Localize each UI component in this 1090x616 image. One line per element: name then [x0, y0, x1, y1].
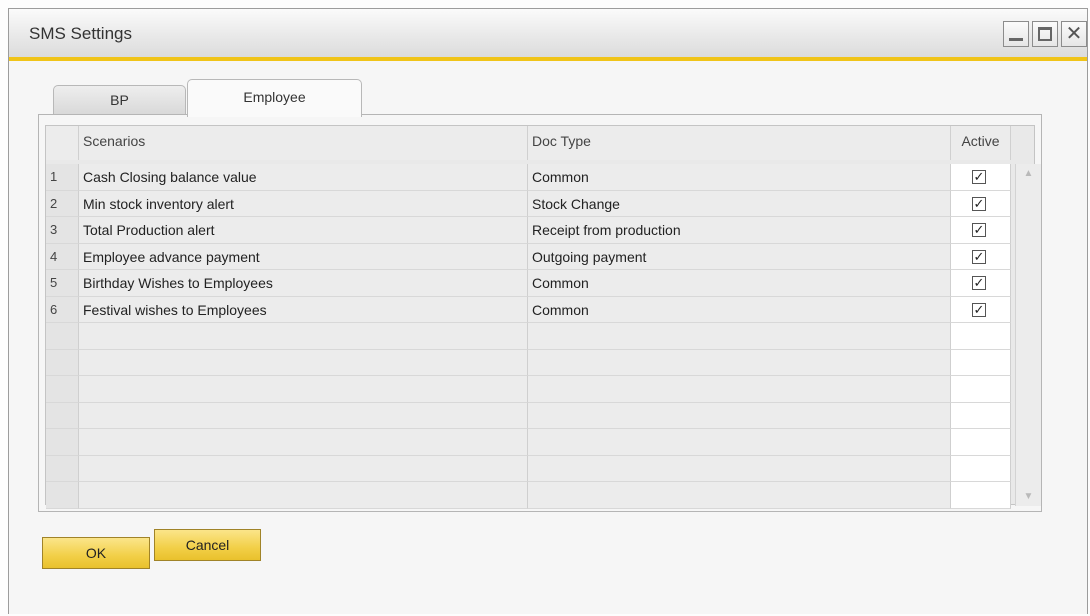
- active-cell[interactable]: [951, 376, 1011, 403]
- scenarios-column-header[interactable]: Scenarios: [79, 126, 528, 160]
- scenarios-grid: Scenarios Doc Type Active 1 Cash Closing …: [45, 125, 1041, 509]
- scenario-cell[interactable]: [79, 455, 528, 482]
- scenario-cell[interactable]: [79, 482, 528, 509]
- minimize-button[interactable]: [1003, 21, 1029, 47]
- doc-type-cell[interactable]: [528, 482, 951, 509]
- row-number-cell: [46, 323, 79, 350]
- table-row[interactable]: 6 Festival wishes to Employees Common ✓: [46, 296, 1011, 323]
- empty-table-row[interactable]: [46, 402, 1011, 429]
- active-cell[interactable]: ✓: [951, 164, 1011, 191]
- grid-header: Scenarios Doc Type Active: [46, 126, 1011, 160]
- row-number-cell: 4: [46, 243, 79, 270]
- active-cell[interactable]: ✓: [951, 296, 1011, 323]
- scenario-cell[interactable]: Min stock inventory alert: [79, 190, 528, 217]
- doc-type-cell[interactable]: Outgoing payment: [528, 243, 951, 270]
- row-number-cell: [46, 429, 79, 456]
- empty-table-row[interactable]: [46, 349, 1011, 376]
- row-number-cell: [46, 455, 79, 482]
- doc-type-cell[interactable]: [528, 349, 951, 376]
- empty-table-row[interactable]: [46, 482, 1011, 509]
- doc-type-cell[interactable]: [528, 429, 951, 456]
- active-cell[interactable]: [951, 323, 1011, 350]
- minimize-icon: [1009, 38, 1023, 41]
- maximize-button[interactable]: [1032, 21, 1058, 47]
- doc-type-cell[interactable]: [528, 402, 951, 429]
- maximize-icon: [1038, 27, 1052, 41]
- row-number-cell: [46, 376, 79, 403]
- active-checkbox[interactable]: ✓: [972, 276, 986, 290]
- grid-scrollbar[interactable]: ▲ ▼: [1015, 164, 1041, 506]
- window-controls: ✕: [1003, 21, 1087, 47]
- doc-type-cell[interactable]: [528, 455, 951, 482]
- active-checkbox[interactable]: ✓: [972, 223, 986, 237]
- ok-button[interactable]: OK: [42, 537, 150, 569]
- row-number-header: [46, 126, 79, 160]
- scenario-cell[interactable]: [79, 349, 528, 376]
- empty-table-row[interactable]: [46, 429, 1011, 456]
- cancel-button[interactable]: Cancel: [154, 529, 261, 561]
- row-number-cell: 2: [46, 190, 79, 217]
- active-cell[interactable]: [951, 455, 1011, 482]
- scenario-cell[interactable]: [79, 429, 528, 456]
- row-number-cell: 1: [46, 164, 79, 191]
- empty-table-row[interactable]: [46, 323, 1011, 350]
- doc-type-cell[interactable]: [528, 376, 951, 403]
- table-row[interactable]: 4 Employee advance payment Outgoing paymen…: [46, 243, 1011, 270]
- scenario-cell[interactable]: [79, 376, 528, 403]
- row-number-cell: 6: [46, 296, 79, 323]
- doc-type-cell[interactable]: [528, 323, 951, 350]
- row-number-cell: 3: [46, 217, 79, 244]
- active-checkbox[interactable]: ✓: [972, 249, 986, 264]
- active-cell[interactable]: [951, 349, 1011, 376]
- close-button[interactable]: ✕: [1061, 21, 1087, 47]
- empty-table-row[interactable]: [46, 455, 1011, 482]
- active-checkbox[interactable]: ✓: [972, 196, 986, 211]
- scenario-cell[interactable]: Birthday Wishes to Employees: [79, 270, 528, 297]
- sms-settings-window: SMS Settings ✕ BP Employee Scenarios Doc…: [8, 8, 1088, 614]
- doc-type-cell[interactable]: Stock Change: [528, 190, 951, 217]
- doc-type-cell[interactable]: Common: [528, 270, 951, 297]
- title-bar[interactable]: SMS Settings ✕: [9, 9, 1087, 61]
- scenario-cell[interactable]: Total Production alert: [79, 217, 528, 244]
- scenario-cell[interactable]: [79, 402, 528, 429]
- doc-type-cell[interactable]: Receipt from production: [528, 217, 951, 244]
- window-title: SMS Settings: [29, 24, 132, 43]
- scenario-cell[interactable]: Cash Closing balance value: [79, 164, 528, 191]
- active-cell[interactable]: ✓: [951, 243, 1011, 270]
- scenario-cell[interactable]: [79, 323, 528, 350]
- close-icon: ✕: [1065, 23, 1083, 45]
- active-cell[interactable]: [951, 482, 1011, 509]
- table-row[interactable]: 1 Cash Closing balance value Common ✓: [46, 164, 1011, 191]
- table-row[interactable]: 3 Total Production alert Receipt from prod…: [46, 217, 1011, 244]
- tab-employee[interactable]: Employee: [187, 79, 362, 117]
- scroll-down-icon[interactable]: ▼: [1016, 491, 1041, 502]
- active-cell[interactable]: ✓: [951, 270, 1011, 297]
- row-number-cell: 5: [46, 270, 79, 297]
- active-cell[interactable]: ✓: [951, 217, 1011, 244]
- tab-panel-employee: Scenarios Doc Type Active 1 Cash Closing …: [38, 114, 1042, 512]
- active-column-header[interactable]: Active: [951, 126, 1011, 160]
- active-cell[interactable]: [951, 402, 1011, 429]
- tab-bp[interactable]: BP: [53, 85, 186, 115]
- row-number-cell: [46, 482, 79, 509]
- table-row[interactable]: 5 Birthday Wishes to Employees Common ✓: [46, 270, 1011, 297]
- active-cell[interactable]: ✓: [951, 190, 1011, 217]
- active-cell[interactable]: [951, 429, 1011, 456]
- row-number-cell: [46, 349, 79, 376]
- doc-type-column-header[interactable]: Doc Type: [528, 126, 951, 160]
- empty-table-row[interactable]: [46, 376, 1011, 403]
- scroll-up-icon[interactable]: ▲: [1016, 168, 1041, 179]
- active-checkbox[interactable]: ✓: [972, 302, 986, 317]
- scenario-cell[interactable]: Employee advance payment: [79, 243, 528, 270]
- scenario-cell[interactable]: Festival wishes to Employees: [79, 296, 528, 323]
- doc-type-cell[interactable]: Common: [528, 296, 951, 323]
- active-checkbox[interactable]: ✓: [972, 170, 986, 184]
- row-number-cell: [46, 402, 79, 429]
- doc-type-cell[interactable]: Common: [528, 164, 951, 191]
- table-row[interactable]: 2 Min stock inventory alert Stock Change ✓: [46, 190, 1011, 217]
